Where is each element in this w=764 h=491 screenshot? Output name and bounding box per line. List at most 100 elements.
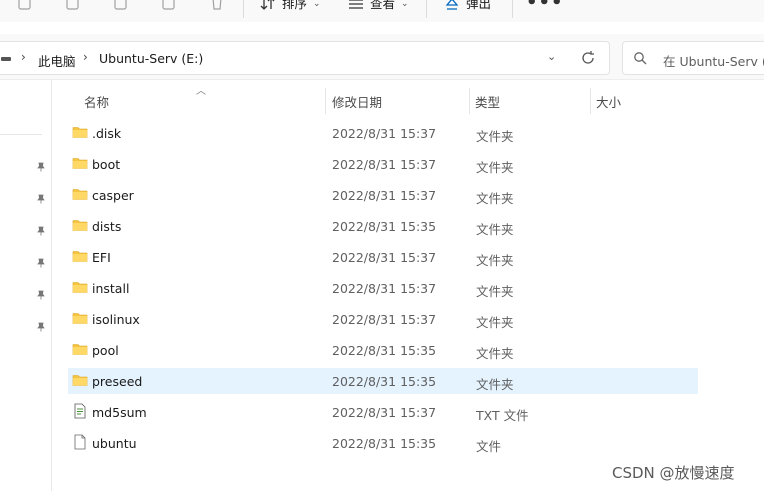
eject-button[interactable]: 弹出 [444,0,491,14]
command-bar: 排序 ⌄ 查看 ⌄ 弹出 ••• [0,0,764,22]
column-resize-handle[interactable] [590,88,591,114]
column-header-date[interactable]: 修改日期 [332,92,382,111]
search-box[interactable]: 在 Ubuntu-Serv (E:) [622,41,764,75]
file-name: ubuntu [92,436,137,451]
pin-icon[interactable] [36,258,46,268]
file-row[interactable]: dists 2022/8/31 15:35 文件夹 [68,213,698,239]
file-type: 文件夹 [476,377,514,392]
file-modified-date: 2022/8/31 15:35 [332,219,437,234]
breadcrumb-this-pc[interactable]: 此电脑 [38,51,76,70]
file-row[interactable]: EFI 2022/8/31 15:37 文件夹 [68,244,698,270]
file-modified-date: 2022/8/31 15:37 [332,157,437,172]
file-type: 文件夹 [476,160,514,175]
eject-label: 弹出 [466,0,492,11]
file-type: 文件夹 [476,346,514,361]
file-icon [74,434,86,450]
column-header-type[interactable]: 类型 [475,92,500,111]
column-header-row: ︿ 名称 修改日期 类型 大小 [53,84,703,114]
file-name: pool [92,343,119,358]
view-label: 查看 [370,0,396,11]
file-row[interactable]: md5sum 2022/8/31 15:37 TXT 文件 [68,399,698,425]
navigation-pane [0,80,52,491]
folder-icon [72,189,88,200]
file-modified-date: 2022/8/31 15:35 [332,343,437,358]
folder-icon [72,127,88,138]
file-type: 文件夹 [476,129,514,144]
eject-icon [445,0,459,10]
file-name: EFI [92,250,111,265]
column-resize-handle[interactable] [325,88,326,114]
watermark: CSDN @放慢速度 [612,464,735,482]
copy-icon[interactable] [16,0,34,12]
view-icon [349,0,363,9]
file-name: .disk [92,126,122,141]
file-modified-date: 2022/8/31 15:35 [332,374,437,389]
file-row[interactable]: boot 2022/8/31 15:37 文件夹 [68,151,698,177]
column-header-name[interactable]: 名称 [84,92,109,111]
file-type: TXT 文件 [476,408,529,423]
pin-icon[interactable] [36,290,46,300]
file-row[interactable]: isolinux 2022/8/31 15:37 文件夹 [68,306,698,332]
pin-icon[interactable] [36,194,46,204]
file-row[interactable]: pool 2022/8/31 15:35 文件夹 [68,337,698,363]
toolbar-divider [243,0,244,18]
file-type: 文件 [476,439,502,454]
rename-icon[interactable] [112,0,130,12]
column-resize-handle[interactable] [469,88,470,114]
address-row: › 此电脑 › Ubuntu-Serv (E:) ⌄ 在 Ubuntu-Serv… [0,34,764,80]
file-name: dists [92,219,122,234]
file-type: 文件夹 [476,191,514,206]
file-name: install [92,281,130,296]
address-bar[interactable]: › 此电脑 › Ubuntu-Serv (E:) ⌄ [0,41,610,75]
text-file-icon [74,403,86,419]
file-type: 文件夹 [476,222,514,237]
delete-icon[interactable] [208,0,226,12]
file-type: 文件夹 [476,284,514,299]
file-modified-date: 2022/8/31 15:37 [332,188,437,203]
toolbar-divider [426,0,427,18]
drive-icon [1,57,11,61]
file-row[interactable]: casper 2022/8/31 15:37 文件夹 [68,182,698,208]
folder-icon [72,313,88,324]
sort-ascending-icon: ︿ [196,86,206,97]
file-name: isolinux [92,312,140,327]
pin-icon[interactable] [36,322,46,332]
folder-icon [72,344,88,355]
file-row[interactable]: preseed 2022/8/31 15:35 文件夹 [68,368,698,394]
file-name: casper [92,188,134,203]
file-modified-date: 2022/8/31 15:37 [332,126,437,141]
breadcrumb-ubuntu-serv[interactable]: Ubuntu-Serv (E:) [99,51,203,66]
refresh-icon[interactable] [580,50,596,66]
chevron-down-icon: ⌄ [313,0,321,9]
pin-icon[interactable] [36,162,46,172]
view-button[interactable]: 查看 ⌄ [348,0,409,14]
file-row[interactable]: .disk 2022/8/31 15:37 文件夹 [68,120,698,146]
toolbar-divider [512,0,513,18]
breadcrumb-separator: › [83,50,88,64]
sort-label: 排序 [282,0,308,11]
file-modified-date: 2022/8/31 15:35 [332,436,437,451]
file-modified-date: 2022/8/31 15:37 [332,312,437,327]
file-name: boot [92,157,121,172]
address-history-chevron-icon[interactable]: ⌄ [547,50,556,63]
paste-icon[interactable] [64,0,82,12]
folder-icon [72,375,88,386]
file-modified-date: 2022/8/31 15:37 [332,250,437,265]
file-type: 文件夹 [476,253,514,268]
file-modified-date: 2022/8/31 15:37 [332,405,437,420]
search-input[interactable]: 在 Ubuntu-Serv (E:) [663,51,764,70]
search-icon [634,52,647,65]
chevron-down-icon: ⌄ [401,0,409,9]
pin-icon[interactable] [36,226,46,236]
file-name: preseed [92,374,143,389]
column-header-size[interactable]: 大小 [596,92,621,111]
folder-icon [72,220,88,231]
file-row[interactable]: ubuntu 2022/8/31 15:35 文件 [68,430,698,456]
share-icon[interactable] [160,0,178,12]
file-row[interactable]: install 2022/8/31 15:37 文件夹 [68,275,698,301]
sort-icon [260,0,275,10]
file-modified-date: 2022/8/31 15:37 [332,281,437,296]
more-options-button[interactable]: ••• [526,0,564,13]
file-type: 文件夹 [476,315,514,330]
sort-button[interactable]: 排序 ⌄ [260,0,321,14]
